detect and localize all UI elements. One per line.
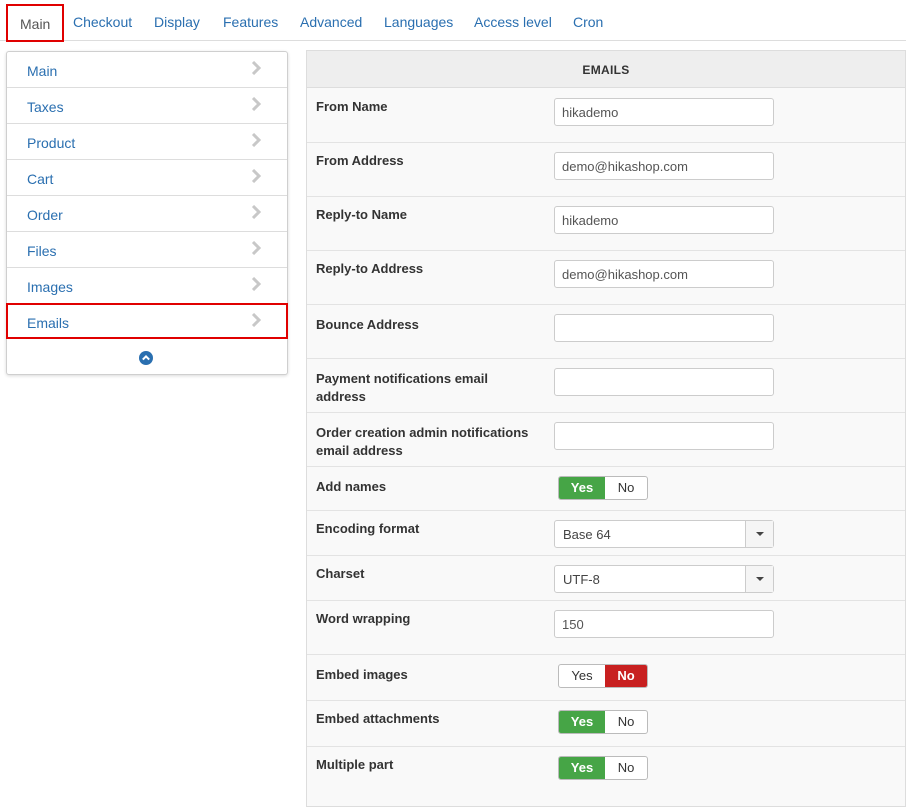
row-order-creation-notifications: Order creation admin notifications email…	[307, 413, 905, 467]
emails-panel: EMAILS From Name From Address Reply-to N…	[306, 50, 906, 807]
chevron-right-icon	[251, 277, 261, 291]
sidebar: Main Taxes Product Cart Order Files Imag…	[6, 51, 288, 375]
from-address-input[interactable]	[554, 152, 774, 180]
embed-images-toggle: Yes No	[558, 664, 648, 688]
tab-languages[interactable]: Languages	[384, 0, 453, 41]
caret-down-icon	[756, 532, 764, 536]
row-bounce-address: Bounce Address	[307, 305, 905, 359]
multiple-part-yes-button[interactable]: Yes	[559, 757, 605, 779]
field-label: Order creation admin notifications email…	[316, 425, 529, 458]
tab-cron[interactable]: Cron	[573, 0, 603, 41]
chevron-right-icon	[251, 133, 261, 147]
sidebar-item-label: Images	[27, 279, 73, 295]
tab-checkout[interactable]: Checkout	[73, 0, 132, 41]
row-multiple-part: Multiple part Yes No	[307, 747, 905, 807]
word-wrapping-input[interactable]	[554, 610, 774, 638]
row-word-wrapping: Word wrapping	[307, 601, 905, 655]
reply-to-address-input[interactable]	[554, 260, 774, 288]
sidebar-item-label: Cart	[27, 171, 54, 187]
chevron-right-icon	[251, 313, 261, 327]
sidebar-item-main[interactable]: Main	[7, 52, 287, 88]
tab-display[interactable]: Display	[154, 0, 200, 41]
field-label: Word wrapping	[316, 611, 411, 626]
embed-attachments-yes-button[interactable]: Yes	[559, 711, 605, 733]
embed-images-no-button[interactable]: No	[605, 665, 647, 687]
top-tabs: Main Checkout Display Features Advanced …	[0, 0, 906, 42]
sidebar-item-label: Files	[27, 243, 57, 259]
sidebar-item-label: Order	[27, 207, 63, 223]
field-label: Charset	[316, 566, 365, 581]
field-label: Add names	[316, 479, 387, 494]
payment-notifications-input[interactable]	[554, 368, 774, 396]
from-name-input[interactable]	[554, 98, 774, 126]
sidebar-item-cart[interactable]: Cart	[7, 160, 287, 196]
select-arrow-button[interactable]	[745, 521, 773, 547]
sidebar-item-label: Taxes	[27, 99, 64, 115]
order-creation-notifications-input[interactable]	[554, 422, 774, 450]
row-reply-to-address: Reply-to Address	[307, 251, 905, 305]
sidebar-item-taxes[interactable]: Taxes	[7, 88, 287, 124]
chevron-right-icon	[251, 169, 261, 183]
row-charset: Charset UTF-8	[307, 556, 905, 601]
add-names-toggle: Yes No	[558, 476, 648, 500]
chevron-right-icon	[251, 241, 261, 255]
field-label: Multiple part	[316, 757, 394, 772]
multiple-part-no-button[interactable]: No	[605, 757, 647, 779]
embed-images-yes-button[interactable]: Yes	[559, 665, 605, 687]
panel-title: EMAILS	[307, 51, 905, 88]
field-label: Reply-to Address	[316, 261, 424, 276]
field-label: Payment notifications email address	[316, 371, 488, 404]
tab-main[interactable]: Main	[6, 4, 65, 42]
add-names-yes-button[interactable]: Yes	[559, 477, 605, 499]
select-arrow-button[interactable]	[745, 566, 773, 592]
field-label: Encoding format	[316, 521, 420, 536]
encoding-format-select[interactable]: Base 64	[554, 520, 774, 548]
charset-select[interactable]: UTF-8	[554, 565, 774, 593]
field-label: Embed images	[316, 667, 408, 682]
field-label: From Name	[316, 99, 388, 114]
field-label: Reply-to Name	[316, 207, 408, 222]
sidebar-item-emails[interactable]: Emails	[6, 303, 288, 339]
embed-attachments-toggle: Yes No	[558, 710, 648, 734]
field-label: Bounce Address	[316, 317, 419, 332]
sidebar-item-label: Main	[27, 63, 58, 79]
tab-access-level[interactable]: Access level	[474, 0, 552, 41]
reply-to-name-input[interactable]	[554, 206, 774, 234]
select-value: Base 64	[563, 527, 611, 542]
field-label: From Address	[316, 153, 404, 168]
sidebar-item-order[interactable]: Order	[7, 196, 287, 232]
row-add-names: Add names Yes No	[307, 467, 905, 511]
sidebar-item-label: Product	[27, 135, 76, 151]
bounce-address-input[interactable]	[554, 314, 774, 342]
caret-down-icon	[756, 577, 764, 581]
sidebar-item-files[interactable]: Files	[7, 232, 287, 268]
chevron-right-icon	[251, 97, 261, 111]
chevron-circle-up-icon[interactable]	[139, 351, 153, 365]
row-reply-to-name: Reply-to Name	[307, 197, 905, 251]
row-payment-notifications: Payment notifications email address	[307, 359, 905, 413]
sidebar-item-product[interactable]: Product	[7, 124, 287, 160]
select-value: UTF-8	[563, 572, 600, 587]
tab-features[interactable]: Features	[223, 0, 278, 41]
row-from-address: From Address	[307, 143, 905, 197]
sidebar-item-images[interactable]: Images	[7, 268, 287, 304]
chevron-right-icon	[251, 205, 261, 219]
row-embed-images: Embed images Yes No	[307, 655, 905, 701]
row-encoding-format: Encoding format Base 64	[307, 511, 905, 556]
add-names-no-button[interactable]: No	[605, 477, 647, 499]
tab-advanced[interactable]: Advanced	[300, 0, 362, 41]
chevron-right-icon	[251, 61, 261, 75]
field-label: Embed attachments	[316, 711, 440, 726]
embed-attachments-no-button[interactable]: No	[605, 711, 647, 733]
multiple-part-toggle: Yes No	[558, 756, 648, 780]
row-embed-attachments: Embed attachments Yes No	[307, 701, 905, 747]
sidebar-item-label: Emails	[27, 315, 70, 331]
row-from-name: From Name	[307, 89, 905, 143]
